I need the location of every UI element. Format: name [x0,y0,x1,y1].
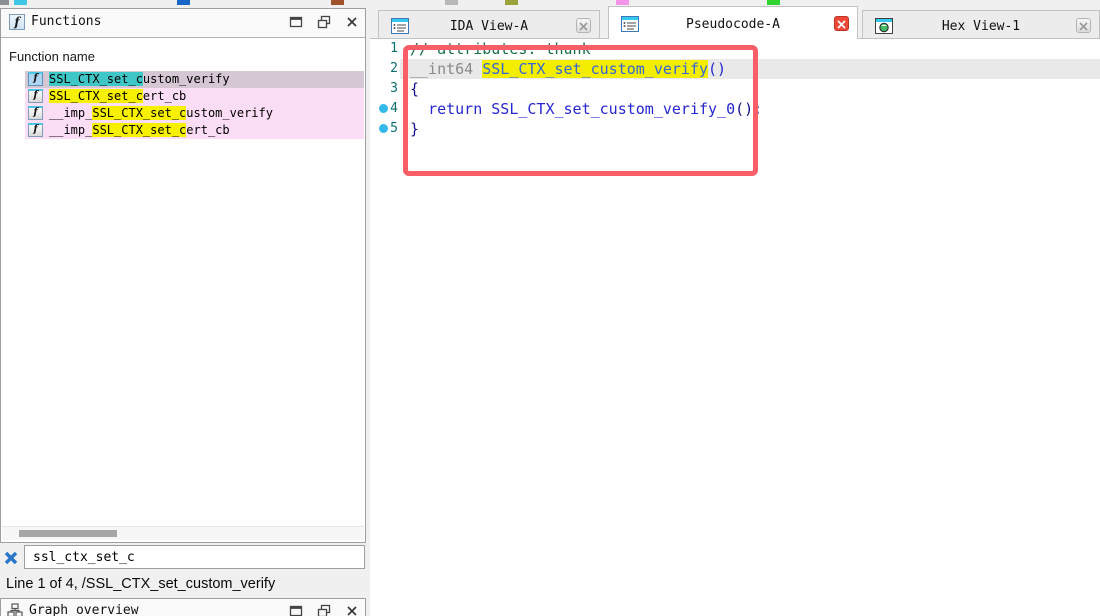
scrollbar-thumb[interactable] [19,530,117,537]
functions-window-title: Functions [31,14,101,29]
code-text: // attributes: thunk [400,39,1100,59]
code-text: { [400,79,1100,99]
line-number: 2 [390,59,398,79]
navigation-dot-icon[interactable] [379,104,388,113]
cut-toolbar-icon [177,0,190,5]
function-name: SSL_CTX_set_custom_verify [49,71,230,88]
code-line: 1// attributes: thunk [370,39,1100,59]
function-item-icon: f [28,106,43,120]
status-text: Line 1 of 4, /SSL_CTX_set_custom_verify [0,571,366,598]
pseudocode-view[interactable]: 1// attributes: thunk2__int64 SSL_CTX_se… [370,38,1100,616]
function-row[interactable]: f __imp_SSL_CTX_set_cert_cb [1,122,364,139]
line-gutter: 1 [370,39,400,59]
function-row[interactable]: f SSL_CTX_set_cert_cb [1,88,364,105]
search-match-highlight: SSL_CTX_set_c [49,89,143,103]
function-row[interactable]: f SSL_CTX_set_custom_verify [1,71,364,88]
functions-titlebar: f Functions [1,9,365,38]
cut-toolbar-icon [331,0,344,5]
cut-toolbar-icon [0,0,9,5]
clear-filter-icon[interactable] [3,550,19,566]
tab-label: IDA View-A [379,19,599,34]
code-text: __int64 SSL_CTX_set_custom_verify() [400,59,1100,79]
cut-toolbar-icon [767,0,780,5]
function-item-icon: f [28,72,43,86]
horizontal-scrollbar[interactable] [2,526,364,540]
code-line: 4 return SSL_CTX_set_custom_verify_0(); [370,99,1100,119]
line-gutter: 2 [370,59,400,79]
tab-pseudocode-a[interactable]: Pseudocode-A [608,6,858,39]
tab-label: Hex View-1 [863,19,1099,34]
search-match-highlight: SSL_CTX_set_c [92,106,186,120]
line-gutter: 4 [370,99,400,119]
float-button[interactable] [317,15,331,29]
code-line: 3{ [370,79,1100,99]
graph-overview-window: Graph overview [0,598,366,616]
view-panel: IDA View-A Pseudocode-A Hex View-1 1// a… [370,6,1100,616]
code-text: return SSL_CTX_set_custom_verify_0(); [400,99,1100,119]
code-text: } [400,119,1100,139]
tab-ida-view-a[interactable]: IDA View-A [378,10,600,39]
maximize-button[interactable] [289,604,303,616]
navigation-dot-icon[interactable] [379,124,388,133]
line-gutter: 3 [370,79,400,99]
graph-overview-icon [7,603,23,616]
function-item-icon: f [28,123,43,137]
search-match-highlight: SSL_CTX_set_c [49,72,143,86]
function-list: fSSL_CTX_set_custom_verifyfSSL_CTX_set_c… [1,71,364,139]
code-line: 5} [370,119,1100,139]
line-gutter: 5 [370,119,400,139]
line-number: 5 [390,119,398,139]
cut-toolbar-icon [616,0,629,5]
close-icon[interactable] [345,604,359,616]
cut-toolbar-icon [445,0,458,5]
close-icon[interactable] [345,15,359,29]
function-item-icon: f [28,89,43,103]
line-number: 1 [390,39,398,59]
search-match-highlight: SSL_CTX_set_c [92,123,186,137]
graph-overview-title: Graph overview [29,603,139,616]
line-number: 4 [390,99,398,119]
functions-window: f Functions Function name f SSL_CTX_set_c… [0,8,366,543]
tab-label: Pseudocode-A [609,17,857,32]
function-window-icon: f [9,14,25,30]
code-line: 2__int64 SSL_CTX_set_custom_verify() [370,59,1100,79]
float-button[interactable] [317,604,331,616]
line-number: 3 [390,79,398,99]
function-name: __imp_SSL_CTX_set_custom_verify [49,105,273,122]
function-name-column-header: Function name [9,49,95,64]
cut-toolbar-icon [14,0,27,5]
filter-input[interactable] [24,545,365,569]
cut-toolbar-icon [505,0,518,5]
close-tab-icon[interactable] [834,16,849,31]
tab-hex-view-1[interactable]: Hex View-1 [862,10,1100,39]
close-tab-icon[interactable] [1076,18,1091,33]
maximize-button[interactable] [289,15,303,29]
function-name: SSL_CTX_set_cert_cb [49,88,186,105]
filter-bar [0,545,366,571]
close-tab-icon[interactable] [576,18,591,33]
function-name: __imp_SSL_CTX_set_cert_cb [49,122,230,139]
function-row[interactable]: f __imp_SSL_CTX_set_custom_verify [1,105,364,122]
